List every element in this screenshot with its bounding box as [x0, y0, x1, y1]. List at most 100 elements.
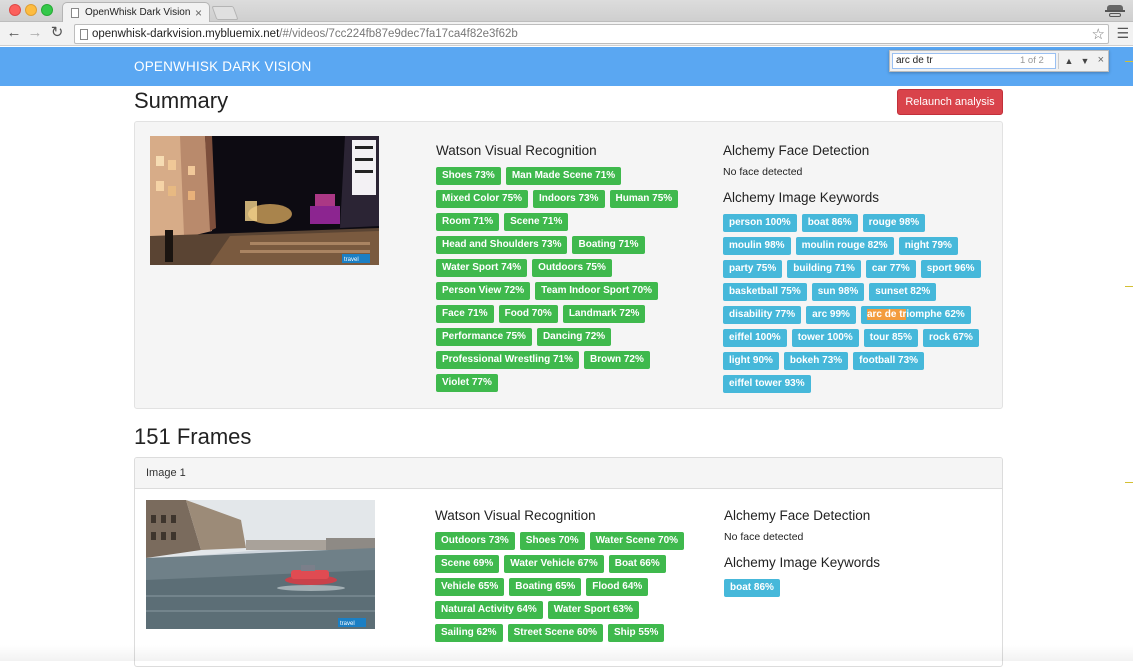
frame-panel-heading: Image 1 [135, 458, 1002, 489]
visual-recognition-tag: Outdoors 75% [532, 259, 612, 277]
relaunch-analysis-button[interactable]: Relaunch analysis [897, 89, 1003, 115]
image-keyword-tag: light 90% [723, 352, 779, 370]
visual-recognition-tag: Vehicle 65% [435, 578, 505, 596]
find-bar: arc de tr 1 of 2 ▲ ▼ × [889, 50, 1109, 72]
visual-recognition-tag: Head and Shoulders 73% [436, 236, 568, 254]
image-keyword-tag: moulin rouge 82% [795, 237, 894, 255]
image-keyword-tag: rouge 98% [862, 214, 926, 232]
visual-recognition-tag: Boating 65% [509, 578, 582, 596]
visual-recognition-tag: Flood 64% [586, 578, 649, 596]
image-keyword-tag: arc de triomphe 62% [860, 306, 971, 324]
menu-icon[interactable]: ☰ [1116, 25, 1129, 42]
image-keyword-tag: boat 86% [724, 579, 780, 597]
visual-recognition-tag: Natural Activity 64% [435, 601, 543, 619]
frames-heading: 151 Frames [134, 424, 252, 449]
image-keyword-tag: moulin 98% [723, 237, 791, 255]
close-window-button[interactable] [9, 4, 21, 16]
summary-face-title: Alchemy Face Detection [723, 143, 870, 158]
visual-recognition-tag: Team Indoor Sport 70% [535, 282, 659, 300]
visual-recognition-tag: Professional Wrestling 71% [436, 351, 579, 369]
tag-rest: iomphe 62% [906, 309, 965, 320]
image-keyword-tag: building 71% [787, 260, 861, 278]
tab-title: OpenWhisk Dark Vision [85, 7, 191, 18]
back-arrow-icon[interactable]: ← [5, 24, 23, 42]
reload-icon[interactable]: ↻ [48, 24, 66, 42]
visual-recognition-tag: Violet 77% [436, 374, 498, 392]
visual-recognition-tag: Indoors 73% [533, 190, 605, 208]
image-keyword-tag: basketball 75% [723, 283, 807, 301]
watermark-text: travel [340, 621, 355, 627]
visual-recognition-tag: Room 71% [436, 213, 500, 231]
incognito-icon [1105, 1, 1125, 21]
image-keyword-tag: car 77% [865, 260, 916, 278]
summary-keyword-tags: person 100% boat 86% rouge 98% moulin 98% mo… [723, 214, 993, 393]
scroll-marker [1125, 482, 1133, 483]
image-keyword-tag: football 73% [853, 352, 925, 370]
page-icon [80, 29, 88, 40]
forward-arrow-icon[interactable]: → [26, 24, 44, 42]
image-keyword-tag: sport 96% [920, 260, 981, 278]
summary-watson-title: Watson Visual Recognition [436, 143, 597, 158]
visual-recognition-tag: Sailing 62% [435, 624, 503, 642]
frame-watson-title: Watson Visual Recognition [435, 508, 596, 523]
frame-panel: Image 1 travel Watson Visual Recognition… [134, 457, 1003, 667]
image-keyword-tag: party 75% [723, 260, 783, 278]
visual-recognition-tag: Boat 66% [608, 555, 666, 573]
new-tab-button[interactable] [211, 6, 239, 20]
watermark-text: travel [344, 257, 359, 263]
zoom-window-button[interactable] [41, 4, 53, 16]
visual-recognition-tag: Street Scene 60% [507, 624, 603, 642]
image-keyword-tag: bokeh 73% [783, 352, 849, 370]
find-previous-icon[interactable]: ▲ [1061, 53, 1077, 69]
visual-recognition-tag: Landmark 72% [562, 305, 646, 323]
scroll-marker [1125, 61, 1133, 62]
visual-recognition-tag: Face 71% [436, 305, 494, 323]
visual-recognition-tag: Dancing 72% [536, 328, 612, 346]
visual-recognition-tag: Scene 69% [435, 555, 500, 573]
image-keyword-tag: eiffel tower 93% [723, 375, 811, 393]
visual-recognition-tag: Mixed Color 75% [436, 190, 529, 208]
minimize-window-button[interactable] [25, 4, 37, 16]
summary-keywords-title: Alchemy Image Keywords [723, 190, 880, 205]
visual-recognition-tag: Water Sport 63% [547, 601, 639, 619]
summary-panel: travel Watson Visual Recognition Shoes 7… [134, 121, 1003, 409]
frame-face-note: No face detected [724, 531, 804, 543]
image-keyword-tag: eiffel 100% [723, 329, 787, 347]
bookmark-star-icon[interactable]: ☆ [1092, 25, 1105, 43]
frame-thumbnail[interactable]: travel [146, 500, 375, 629]
summary-thumbnail[interactable]: travel [150, 136, 379, 265]
page-icon [71, 8, 79, 18]
visual-recognition-tag: Ship 55% [607, 624, 665, 642]
brand-title[interactable]: OPENWHISK DARK VISION [134, 59, 311, 74]
address-bar[interactable]: openwhisk-darkvision.mybluemix.net/#/vid… [74, 24, 1109, 44]
visual-recognition-tag: Food 70% [498, 305, 558, 323]
summary-heading: Summary [134, 88, 229, 113]
visual-recognition-tag: Outdoors 73% [435, 532, 515, 550]
image-keyword-tag: night 79% [898, 237, 958, 255]
image-keyword-tag: sunset 82% [869, 283, 937, 301]
image-keyword-tag: sun 98% [811, 283, 865, 301]
visual-recognition-tag: Man Made Scene 71% [505, 167, 622, 185]
visual-recognition-tag: Water Vehicle 67% [504, 555, 604, 573]
browser-tab[interactable]: OpenWhisk Dark Vision × [62, 2, 210, 23]
visual-recognition-tag: Brown 72% [583, 351, 650, 369]
url-text: openwhisk-darkvision.mybluemix.net/#/vid… [92, 28, 518, 40]
visual-recognition-tag: Scene 71% [504, 213, 569, 231]
visual-recognition-tag: Shoes 73% [436, 167, 501, 185]
bottom-fade [0, 645, 1133, 661]
browser-tabstrip: OpenWhisk Dark Vision × [0, 0, 1133, 23]
find-next-icon[interactable]: ▼ [1077, 53, 1093, 69]
image-keyword-tag: boat 86% [801, 214, 858, 232]
image-keyword-tag: arc 99% [806, 306, 856, 324]
frame-keywords-title: Alchemy Image Keywords [724, 555, 881, 570]
scroll-marker [1125, 286, 1133, 287]
image-keyword-tag: disability 77% [723, 306, 802, 324]
summary-alchemy-column: Alchemy Face Detection No face detected … [723, 143, 993, 393]
summary-watson-column: Watson Visual Recognition Shoes 73% Man M… [436, 143, 698, 392]
find-close-icon[interactable]: × [1098, 54, 1104, 66]
visual-recognition-tag: Person View 72% [436, 282, 531, 300]
image-keyword-tag: person 100% [723, 214, 797, 232]
visual-recognition-tag: Human 75% [609, 190, 679, 208]
close-tab-icon[interactable]: × [195, 6, 202, 20]
image-keyword-tag: tour 85% [863, 329, 918, 347]
